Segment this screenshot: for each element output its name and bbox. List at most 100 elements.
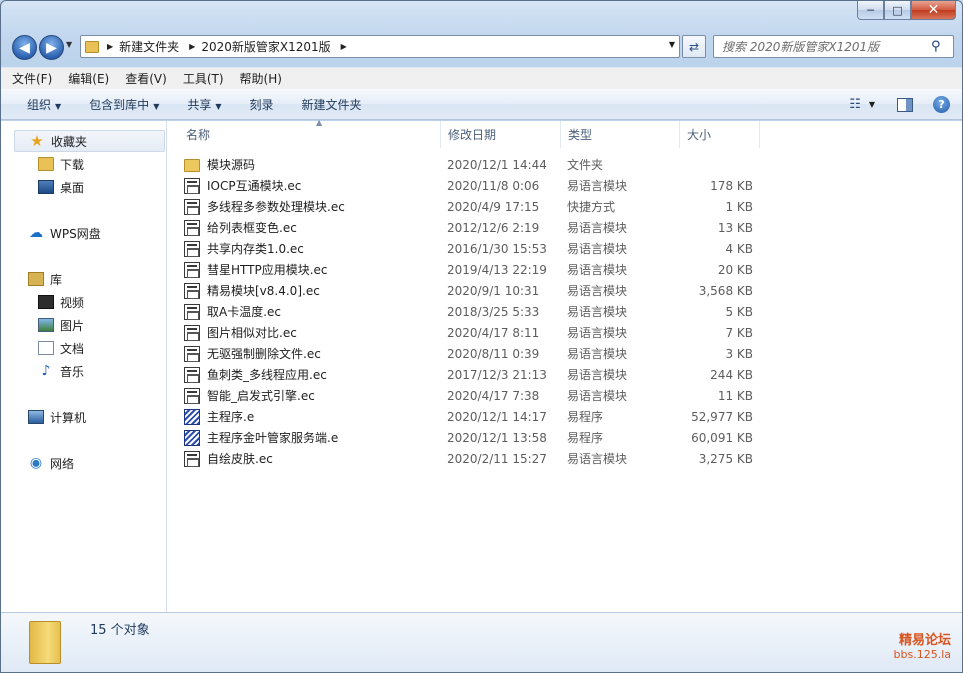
file-row[interactable]: IOCP互通模块.ec 2020/11/8 0:06 易语言模块 178 KB	[184, 175, 774, 196]
file-name-cell: 取A卡温度.ec	[184, 301, 281, 322]
file-name-cell: 鱼刺类_多线程应用.ec	[184, 364, 327, 385]
file-name-cell: 精易模块[v8.4.0].ec	[184, 280, 320, 301]
file-name-cell: 给列表框变色.ec	[184, 217, 297, 238]
file-date: 2020/2/11 15:27	[447, 451, 547, 466]
minimize-button[interactable]: ─	[857, 1, 884, 20]
nav-favorites[interactable]: ★ 收藏夹	[14, 130, 165, 152]
file-date: 2017/12/3 21:13	[447, 367, 547, 382]
file-row[interactable]: 给列表框变色.ec 2012/12/6 2:19 易语言模块 13 KB	[184, 217, 774, 238]
close-button[interactable]: ✕	[911, 1, 956, 20]
nav-label: 网络	[50, 456, 75, 471]
menu-help[interactable]: 帮助(H)	[240, 70, 282, 87]
organize-button[interactable]: 组织 ▼	[27, 96, 61, 113]
nav-wps-cloud[interactable]: ☁ WPS网盘	[28, 222, 101, 244]
window-controls: ─ □ ✕	[857, 1, 956, 20]
share-button[interactable]: 共享 ▼	[187, 96, 221, 113]
view-options-icon[interactable]: ☷	[849, 97, 861, 112]
file-row[interactable]: 多线程多参数处理模块.ec 2020/4/9 17:15 快捷方式 1 KB	[184, 196, 774, 217]
help-icon[interactable]: ?	[933, 96, 950, 113]
column-header-name[interactable]: 名称 ▲	[179, 118, 441, 148]
file-row[interactable]: 主程序.e 2020/12/1 14:17 易程序 52,977 KB	[184, 406, 774, 427]
nav-network[interactable]: ◉ 网络	[28, 452, 74, 474]
breadcrumb-item[interactable]: 新建文件夹	[119, 38, 179, 55]
sort-ascending-icon: ▲	[316, 118, 323, 127]
file-row[interactable]: 无驱强制删除文件.ec 2020/8/11 0:39 易语言模块 3 KB	[184, 343, 774, 364]
address-bar[interactable]: ▶ 新建文件夹 ▶ 2020新版管家X1201版 ▶ ▼	[80, 35, 680, 58]
recent-pages-dropdown[interactable]: ▼	[66, 40, 72, 49]
file-name: 多线程多参数处理模块.ec	[207, 200, 345, 214]
file-size: 3 KB	[725, 346, 753, 361]
file-date: 2020/4/17 7:38	[447, 388, 540, 403]
file-row[interactable]: 精易模块[v8.4.0].ec 2020/9/1 10:31 易语言模块 3,568 …	[184, 280, 774, 301]
nav-documents[interactable]: 文档	[38, 337, 84, 359]
refresh-button[interactable]: ⇄	[682, 35, 706, 58]
breadcrumb-item[interactable]: 2020新版管家X1201版	[201, 38, 330, 55]
file-name-cell: 多线程多参数处理模块.ec	[184, 196, 345, 217]
file-name: 主程序金叶管家服务端.e	[207, 431, 339, 445]
nav-downloads[interactable]: 下载	[38, 153, 84, 175]
burn-button[interactable]: 刻录	[250, 96, 274, 113]
menu-view[interactable]: 查看(V)	[125, 70, 167, 87]
file-type: 易语言模块	[567, 305, 628, 319]
menu-edit[interactable]: 编辑(E)	[68, 70, 109, 87]
nav-label: 收藏夹	[51, 134, 88, 149]
file-row[interactable]: 模块源码 2020/12/1 14:44 文件夹	[184, 154, 774, 175]
file-type: 易语言模块	[567, 452, 628, 466]
nav-videos[interactable]: 视频	[38, 291, 84, 313]
file-date: 2020/12/1 14:17	[447, 409, 547, 424]
file-size: 178 KB	[710, 178, 753, 193]
organize-label: 组织	[27, 97, 52, 112]
chevron-right-icon[interactable]: ▶	[189, 42, 195, 51]
column-header-size[interactable]: 大小	[680, 121, 760, 148]
file-date: 2018/3/25 5:33	[447, 304, 540, 319]
file-row[interactable]: 共享内存类1.0.ec 2016/1/30 15:53 易语言模块 4 KB	[184, 238, 774, 259]
nav-libraries[interactable]: 库	[28, 268, 62, 290]
new-folder-button[interactable]: 新建文件夹	[302, 96, 362, 113]
file-size: 5 KB	[725, 304, 753, 319]
menu-file[interactable]: 文件(F)	[12, 70, 52, 87]
file-name-cell: IOCP互通模块.ec	[184, 175, 301, 196]
file-row[interactable]: 主程序金叶管家服务端.e 2020/12/1 13:58 易程序 60,091 KB	[184, 427, 774, 448]
chevron-right-icon[interactable]: ▶	[341, 42, 347, 51]
view-dropdown-caret[interactable]: ▼	[869, 100, 875, 109]
nav-pictures[interactable]: 图片	[38, 314, 84, 336]
explorer-window: ─ □ ✕ ◀ ▶ ▼ ▶ 新建文件夹 ▶ 2020新版管家X1201版 ▶ ▼…	[0, 0, 963, 673]
forward-button[interactable]: ▶	[39, 35, 64, 60]
nav-music[interactable]: ♪ 音乐	[38, 360, 84, 382]
file-name-cell: 模块源码	[184, 154, 255, 175]
nav-label: 下载	[60, 157, 85, 172]
column-header-date[interactable]: 修改日期	[441, 121, 561, 148]
chevron-right-icon[interactable]: ▶	[107, 42, 113, 51]
preview-pane-icon[interactable]	[897, 97, 913, 112]
include-in-library-button[interactable]: 包含到库中 ▼	[89, 96, 159, 113]
file-name: 取A卡温度.ec	[207, 305, 282, 319]
arrow-left-icon: ◀	[19, 39, 30, 56]
video-icon	[38, 295, 54, 309]
maximize-button[interactable]: □	[884, 1, 911, 20]
nav-desktop[interactable]: 桌面	[38, 176, 84, 198]
menu-tools[interactable]: 工具(T)	[183, 70, 224, 87]
file-type: 易语言模块	[567, 221, 628, 235]
file-name: 图片相似对比.ec	[207, 326, 297, 340]
search-icon[interactable]: ⚲	[931, 39, 941, 54]
column-header-type[interactable]: 类型	[561, 121, 680, 148]
refresh-icon: ⇄	[688, 39, 700, 54]
back-button[interactable]: ◀	[12, 35, 37, 60]
column-label: 名称	[186, 128, 211, 142]
nav-label: 库	[50, 272, 63, 287]
file-size: 20 KB	[717, 262, 753, 277]
file-row[interactable]: 自绘皮肤.ec 2020/2/11 15:27 易语言模块 3,275 KB	[184, 448, 774, 469]
file-size: 3,275 KB	[698, 451, 753, 466]
nav-computer[interactable]: 计算机	[28, 406, 86, 428]
address-history-dropdown[interactable]: ▼	[669, 40, 675, 49]
search-input[interactable]	[714, 36, 929, 57]
file-size: 244 KB	[710, 367, 753, 382]
file-row[interactable]: 鱼刺类_多线程应用.ec 2017/12/3 21:13 易语言模块 244 KB	[184, 364, 774, 385]
ec-module-icon	[184, 219, 200, 236]
file-row[interactable]: 图片相似对比.ec 2020/4/17 8:11 易语言模块 7 KB	[184, 322, 774, 343]
file-row[interactable]: 彗星HTTP应用模块.ec 2019/4/13 22:19 易语言模块 20 KB	[184, 259, 774, 280]
file-row[interactable]: 智能_启发式引擎.ec 2020/4/17 7:38 易语言模块 11 KB	[184, 385, 774, 406]
file-row[interactable]: 取A卡温度.ec 2018/3/25 5:33 易语言模块 5 KB	[184, 301, 774, 322]
file-type: 易语言模块	[567, 347, 628, 361]
content-area: ★ 收藏夹 下载 桌面 ☁ WPS网盘 库 视频 图片 文档 ♪ 音乐 计算机 …	[1, 118, 962, 612]
